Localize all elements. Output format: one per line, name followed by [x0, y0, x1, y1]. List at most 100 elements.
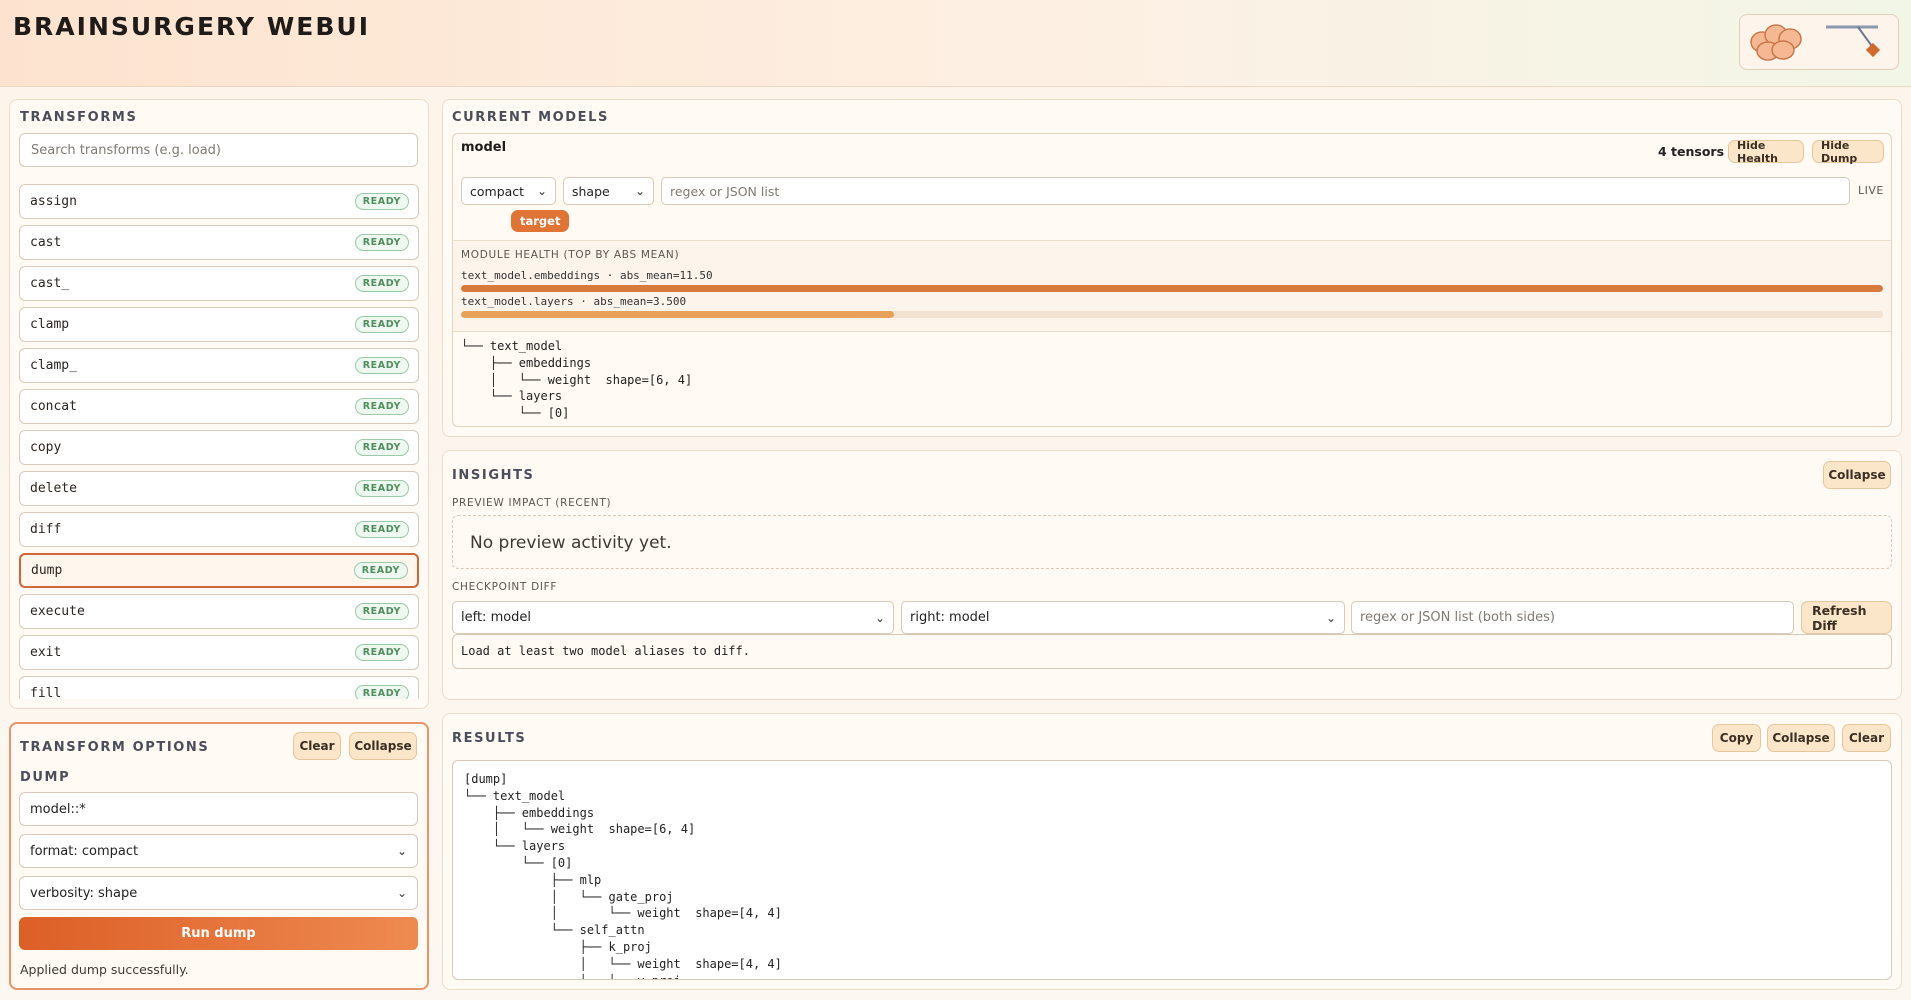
transform-name: exit [30, 645, 62, 660]
options-title: TRANSFORM OPTIONS [20, 740, 210, 755]
transform-item-exit[interactable]: exit READY [19, 635, 419, 670]
chevron-down-icon: ⌄ [536, 184, 547, 198]
models-title: CURRENT MODELS [452, 110, 609, 125]
preview-empty-message: No preview activity yet. [470, 533, 672, 553]
target-input[interactable]: model::* [19, 792, 418, 826]
chevron-down-icon: ⌄ [396, 886, 407, 900]
model-format-value: compact [470, 183, 525, 199]
model-tree: └── text_model ├── embeddings │ └── weig… [461, 339, 693, 420]
health-bar-layers [461, 311, 1883, 318]
options-subtitle: DUMP [20, 770, 71, 785]
transform-item-fill[interactable]: fill READY [19, 676, 419, 699]
diff-message: Load at least two model aliases to diff. [461, 644, 750, 658]
transform-item-assign[interactable]: assign READY [19, 184, 419, 219]
status-badge: READY [354, 603, 409, 620]
transform-search-input[interactable] [19, 133, 418, 167]
health-bar-embeddings [461, 285, 1883, 292]
transform-name: dump [31, 563, 63, 578]
options-clear-button[interactable]: Clear [293, 732, 341, 760]
hide-health-button[interactable]: Hide Health [1728, 139, 1804, 165]
health-bar-fill [461, 285, 1883, 292]
status-badge: READY [354, 685, 409, 699]
status-badge: READY [353, 562, 408, 579]
status-badge: READY [354, 234, 409, 251]
module-health-section: MODULE HEALTH (TOP BY ABS MEAN) text_mod… [453, 240, 1891, 332]
tensor-count: 4 tensors [1658, 144, 1725, 159]
verbosity-select[interactable]: verbosity: shape ⌄ [19, 876, 418, 910]
app-title: BRAINSURGERY WEBUI [13, 12, 371, 41]
preview-title: PREVIEW IMPACT (RECENT) [452, 497, 612, 509]
brain-scalpel-icon [1750, 24, 1881, 61]
diff-filter-input[interactable]: regex or JSON list (both sides) [1351, 601, 1794, 634]
results-title: RESULTS [452, 731, 527, 746]
format-select-value: format: compact [30, 843, 139, 859]
status-badge: READY [354, 439, 409, 456]
transform-name: execute [30, 604, 85, 619]
model-verbosity-value: shape [572, 183, 610, 199]
model-verbosity-select[interactable]: shape ⌄ [563, 177, 654, 205]
transform-name: concat [30, 399, 77, 414]
health-label-layers: text_model.layers · abs_mean=3.500 [461, 295, 687, 308]
verbosity-select-value: verbosity: shape [30, 885, 138, 901]
status-badge: READY [354, 193, 409, 210]
transform-item-copy[interactable]: copy READY [19, 430, 419, 465]
run-dump-button[interactable]: Run dump [19, 917, 418, 950]
status-badge: READY [354, 480, 409, 497]
app-header: BRAINSURGERY WEBUI [0, 0, 1911, 87]
transform-name: cast_ [30, 276, 70, 291]
status-badge: READY [354, 316, 409, 333]
diff-right-value: right: model [910, 610, 990, 625]
transform-name: diff [30, 522, 62, 537]
transform-list[interactable]: assign READY cast READY cast_ READY clamp READY… [19, 178, 419, 699]
refresh-diff-button[interactable]: Refresh Diff [1801, 601, 1892, 634]
status-badge: READY [354, 398, 409, 415]
transform-item-concat[interactable]: concat READY [19, 389, 419, 424]
options-collapse-button[interactable]: Collapse [349, 732, 417, 760]
diff-title: CHECKPOINT DIFF [452, 581, 558, 593]
hide-dump-button[interactable]: Hide Dump [1812, 139, 1884, 165]
diff-result-box: Load at least two model aliases to diff. [452, 634, 1892, 669]
preview-impact-box: No preview activity yet. [452, 515, 1892, 569]
status-badge: READY [354, 357, 409, 374]
transform-item-cast[interactable]: cast READY [19, 225, 419, 260]
model-filter-placeholder: regex or JSON list [670, 183, 780, 199]
status-badge: READY [354, 521, 409, 538]
diff-filter-placeholder: regex or JSON list (both sides) [1360, 610, 1555, 625]
target-input-value: model::* [30, 801, 86, 817]
chevron-down-icon: ⌄ [1325, 610, 1336, 625]
status-badge: READY [354, 644, 409, 661]
format-select[interactable]: format: compact ⌄ [19, 834, 418, 868]
chevron-down-icon: ⌄ [396, 844, 407, 858]
health-bar-fill [461, 311, 894, 318]
chevron-down-icon: ⌄ [634, 184, 645, 198]
results-collapse-button[interactable]: Collapse [1767, 724, 1835, 752]
model-filter-input[interactable]: regex or JSON list [661, 177, 1850, 205]
insights-collapse-button[interactable]: Collapse [1823, 461, 1891, 489]
transform-name: clamp [30, 317, 70, 332]
results-copy-button[interactable]: Copy [1712, 724, 1761, 752]
model-card: model 4 tensors Hide Health Hide Dump co… [452, 133, 1892, 427]
transform-item-clamp[interactable]: clamp READY [19, 307, 419, 342]
transform-item-cast-underscore[interactable]: cast_ READY [19, 266, 419, 301]
results-output[interactable]: [dump] └── text_model ├── embeddings │ └… [452, 760, 1892, 980]
transform-name: delete [30, 481, 77, 496]
insights-title: INSIGHTS [452, 468, 535, 483]
transform-item-clamp-underscore[interactable]: clamp_ READY [19, 348, 419, 383]
transform-item-delete[interactable]: delete READY [19, 471, 419, 506]
transform-item-diff[interactable]: diff READY [19, 512, 419, 547]
live-indicator: LIVE [1858, 184, 1884, 197]
transform-item-dump[interactable]: dump READY [19, 553, 419, 588]
target-badge: target [511, 210, 570, 232]
results-output-text: [dump] └── text_model ├── embeddings │ └… [464, 772, 782, 979]
diff-left-select[interactable]: left: model ⌄ [452, 601, 894, 634]
options-status: Applied dump successfully. [20, 962, 189, 977]
health-title: MODULE HEALTH (TOP BY ABS MEAN) [461, 249, 680, 261]
model-format-select[interactable]: compact ⌄ [461, 177, 556, 205]
status-badge: READY [354, 275, 409, 292]
health-label-embeddings: text_model.embeddings · abs_mean=11.50 [461, 269, 713, 282]
diff-right-select[interactable]: right: model ⌄ [901, 601, 1345, 634]
diff-left-value: left: model [461, 610, 532, 625]
results-clear-button[interactable]: Clear [1842, 724, 1891, 752]
transform-name: cast [30, 235, 62, 250]
transform-item-execute[interactable]: execute READY [19, 594, 419, 629]
